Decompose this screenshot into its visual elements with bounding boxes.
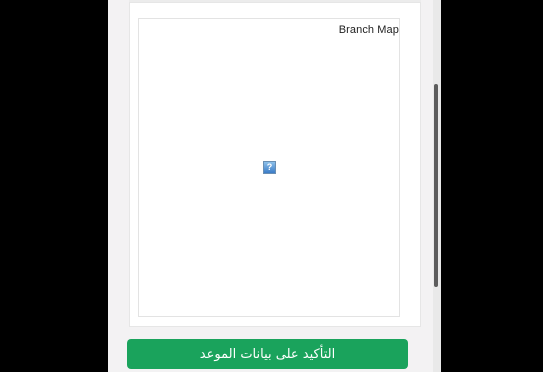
mobile-screen: Branch Map ? التأكيد على بيانات الموعد [108, 0, 441, 372]
broken-image-glyph: ? [266, 162, 273, 172]
branch-map[interactable]: Branch Map ? [138, 18, 400, 317]
map-title: Branch Map [338, 24, 399, 36]
scrollbar-thumb[interactable] [434, 84, 438, 287]
broken-image-icon: ? [263, 161, 276, 174]
confirm-appointment-button[interactable]: التأكيد على بيانات الموعد [127, 339, 408, 369]
